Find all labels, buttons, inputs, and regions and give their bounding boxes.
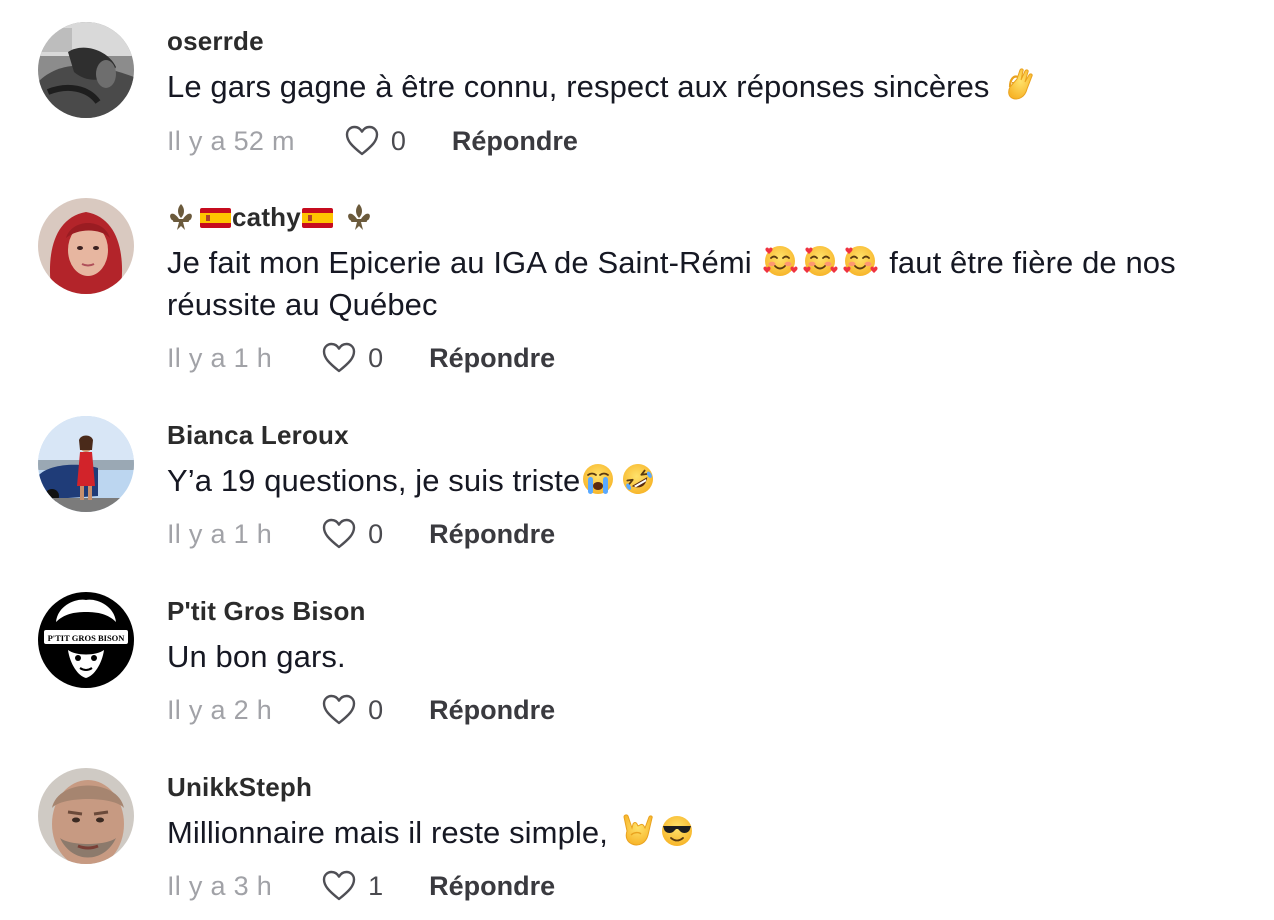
username-text: cathy	[232, 202, 301, 232]
like-button[interactable]: 0	[321, 692, 383, 728]
comment-meta: Il y a 52 m 0 Répondre	[167, 121, 578, 161]
heart-icon[interactable]	[321, 868, 357, 904]
heart-icon[interactable]	[321, 340, 357, 376]
sunglasses-face-emoji	[659, 813, 695, 849]
timestamp: Il y a 2 h	[167, 694, 273, 725]
comment-meta: Il y a 3 h 1 Répondre	[167, 866, 555, 906]
comment-text: Millionnaire mais il reste simple,	[167, 812, 1257, 854]
rolling-on-floor-laughing-emoji	[620, 461, 656, 497]
like-button[interactable]: 0	[321, 516, 383, 552]
like-count: 0	[368, 342, 384, 373]
spain-flag-icon	[302, 208, 333, 228]
comment-list: oserrde Le gars gagne à être connu, resp…	[0, 0, 1274, 920]
like-count: 1	[368, 870, 384, 901]
comment-text-content: Le gars gagne à être connu, respect aux …	[167, 69, 999, 104]
username[interactable]: Bianca Leroux	[167, 420, 349, 451]
reply-button[interactable]: Répondre	[429, 343, 555, 374]
timestamp: Il y a 52 m	[167, 125, 295, 156]
comment-text: Le gars gagne à être connu, respect aux …	[167, 66, 1257, 108]
timestamp: Il y a 1 h	[167, 342, 273, 373]
heart-icon[interactable]	[344, 123, 380, 159]
heart-icon[interactable]	[321, 516, 357, 552]
smiling-face-with-hearts-emoji	[842, 243, 878, 279]
comment-meta: Il y a 1 h 0 Répondre	[167, 514, 555, 554]
comment-meta: Il y a 1 h 0 Répondre	[167, 338, 555, 378]
like-count: 0	[368, 518, 384, 549]
loudly-crying-face-emoji	[580, 461, 616, 497]
avatar[interactable]: P'TIT GROS BISON	[38, 592, 134, 688]
like-button[interactable]: 1	[321, 868, 383, 904]
comment-text-content: Un bon gars.	[167, 639, 346, 674]
smiling-face-with-hearts-emoji	[802, 243, 838, 279]
username[interactable]: oserrde	[167, 26, 264, 57]
comment-text: Y’a 19 questions, je suis triste	[167, 460, 1257, 502]
fleur-de-lis-icon	[167, 202, 195, 232]
reply-button[interactable]: Répondre	[429, 519, 555, 550]
heart-icon[interactable]	[321, 692, 357, 728]
avatar[interactable]	[38, 416, 134, 512]
like-count: 0	[368, 694, 384, 725]
avatar[interactable]	[38, 768, 134, 864]
like-count: 0	[390, 125, 406, 156]
fleur-de-lis-icon	[345, 202, 373, 232]
username[interactable]: P'tit Gros Bison	[167, 596, 366, 627]
avatar[interactable]	[38, 198, 134, 294]
reply-button[interactable]: Répondre	[452, 126, 578, 157]
comment-meta: Il y a 2 h 0 Répondre	[167, 690, 555, 730]
love-you-gesture-emoji	[619, 813, 655, 849]
reply-button[interactable]: Répondre	[429, 695, 555, 726]
timestamp: Il y a 3 h	[167, 870, 273, 901]
comment-text-content: Y’a 19 questions, je suis triste	[167, 463, 581, 498]
comment-text: Je fait mon Epicerie au IGA de Saint-Rém…	[167, 242, 1257, 326]
ok-hand-emoji	[1000, 67, 1036, 103]
username[interactable]: UnikkSteph	[167, 772, 312, 803]
smiling-face-with-hearts-emoji	[762, 243, 798, 279]
reply-button[interactable]: Répondre	[429, 871, 555, 902]
comment-text-content: Je fait mon Epicerie au IGA de Saint-Rém…	[167, 245, 761, 280]
timestamp: Il y a 1 h	[167, 518, 273, 549]
comment-text-content: Millionnaire mais il reste simple,	[167, 815, 617, 850]
like-button[interactable]: 0	[344, 123, 406, 159]
avatar[interactable]	[38, 22, 134, 118]
username[interactable]: cathy	[167, 202, 377, 233]
like-button[interactable]: 0	[321, 340, 383, 376]
comment-text: Un bon gars.	[167, 636, 1257, 678]
avatar-logo-text: P'TIT GROS BISON	[48, 633, 126, 643]
spain-flag-icon	[200, 208, 231, 228]
